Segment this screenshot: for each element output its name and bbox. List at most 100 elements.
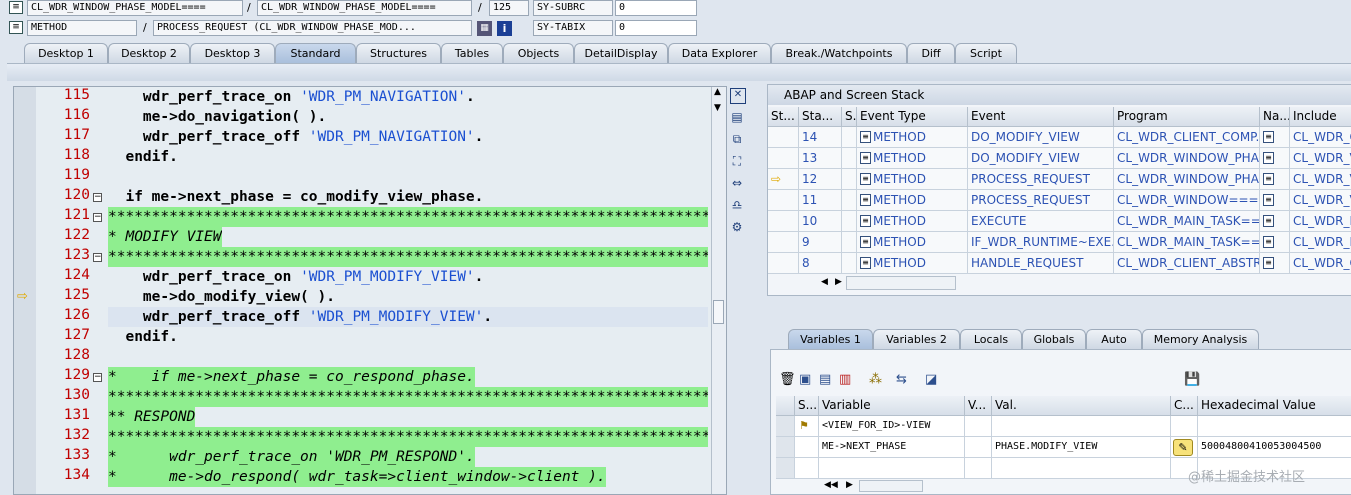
navigate-icon[interactable]: ≡: [1263, 173, 1274, 185]
stack-cell-event[interactable]: PROCESS_REQUEST: [968, 169, 1114, 190]
stack-column-header[interactable]: Program: [1114, 107, 1260, 127]
edit-value-icon[interactable]: ✎: [1173, 439, 1193, 456]
var-cell-variable[interactable]: [819, 458, 965, 479]
navigate-icon[interactable]: ≡: [1263, 257, 1274, 269]
sysfield-value-2[interactable]: 0: [615, 20, 697, 36]
stack-cell-type[interactable]: METHOD: [857, 232, 968, 253]
navigate-icon[interactable]: ≡: [1263, 194, 1274, 206]
stack-cell-event[interactable]: DO_MODIFY_VIEW: [968, 148, 1114, 169]
tab-globals[interactable]: Globals: [1022, 329, 1086, 349]
stack-cell-include[interactable]: CL_WDR_M: [1290, 232, 1351, 253]
stack-cell[interactable]: [768, 253, 799, 274]
event-field[interactable]: PROCESS_REQUEST (CL_WDR_WINDOW_PHASE_MOD…: [153, 20, 472, 36]
settings-icon[interactable]: ⚙: [730, 220, 744, 234]
vars-column-header[interactable]: Hexadecimal Value: [1198, 396, 1351, 416]
sysfield-name-1[interactable]: SY-SUBRC: [533, 0, 613, 16]
tab-objects[interactable]: Objects: [503, 43, 574, 63]
structure-icon[interactable]: ⁂: [869, 372, 882, 387]
var-cell[interactable]: [965, 458, 992, 479]
stack-cell[interactable]: [768, 148, 799, 169]
stack-cell-level[interactable]: 11: [799, 190, 842, 211]
tab-breakpoints[interactable]: Break./Watchpoints: [771, 43, 907, 63]
stack-cell-include[interactable]: CL_WDR_M: [1290, 211, 1351, 232]
tab-variables-2[interactable]: Variables 2: [873, 329, 960, 349]
tab-auto[interactable]: Auto: [1086, 329, 1142, 349]
sysfield-name-2[interactable]: SY-TABIX: [533, 20, 613, 36]
stack-cell[interactable]: [842, 211, 857, 232]
stack-cell-program[interactable]: CL_WDR_WINDOW_PHA...: [1114, 148, 1260, 169]
scroll-thumb[interactable]: [713, 300, 724, 324]
stack-cell[interactable]: [768, 190, 799, 211]
var-cell-value[interactable]: [992, 416, 1171, 437]
tab-tables[interactable]: Tables: [441, 43, 503, 63]
vars-column-header[interactable]: Val.: [992, 396, 1171, 416]
stack-cell-type[interactable]: METHOD: [857, 253, 968, 274]
vars-column-header[interactable]: V...: [965, 396, 992, 416]
info-icon[interactable]: i: [497, 21, 512, 36]
stack-column-header[interactable]: St...: [768, 107, 799, 127]
fold-toggle-icon[interactable]: −: [93, 193, 102, 202]
stack-cell-program[interactable]: CL_WDR_CLIENT_COMP...: [1114, 127, 1260, 148]
stack-cell[interactable]: [842, 253, 857, 274]
var-cell[interactable]: [776, 458, 795, 479]
stack-cell-program[interactable]: CL_WDR_CLIENT_ABSTR...: [1114, 253, 1260, 274]
line-field[interactable]: 125: [489, 0, 529, 16]
scroll-down-icon[interactable]: ▼: [714, 103, 721, 113]
swap-tool-icon[interactable]: ⧉: [730, 132, 744, 146]
tab-script[interactable]: Script: [955, 43, 1017, 63]
var-cell[interactable]: [795, 458, 819, 479]
var-cell-variable[interactable]: ME->NEXT_PHASE: [819, 437, 965, 458]
stack-cell-event[interactable]: IF_WDR_RUNTIME~EXE...: [968, 232, 1114, 253]
stack-cell[interactable]: [768, 232, 799, 253]
scroll-first-icon[interactable]: ◀◀: [824, 480, 838, 490]
stack-cell[interactable]: [842, 190, 857, 211]
var-cell[interactable]: [965, 437, 992, 458]
stack-cell[interactable]: [842, 169, 857, 190]
tab-locals[interactable]: Locals: [960, 329, 1022, 349]
stack-cell-level[interactable]: 14: [799, 127, 842, 148]
vars-column-header[interactable]: Variable: [819, 396, 965, 416]
var-cell[interactable]: [1171, 416, 1198, 437]
stack-cell-type[interactable]: METHOD: [857, 211, 968, 232]
var-cell[interactable]: [776, 416, 795, 437]
vars-column-header[interactable]: C...: [1171, 396, 1198, 416]
tab-desktop-2[interactable]: Desktop 2: [108, 43, 190, 63]
stack-column-header[interactable]: S...: [842, 107, 857, 127]
var-cell-value[interactable]: [992, 458, 1171, 479]
fold-toggle-icon[interactable]: −: [93, 373, 102, 382]
fold-toggle-icon[interactable]: −: [93, 253, 102, 262]
stack-cell-type[interactable]: METHOD: [857, 148, 968, 169]
tab-variables-1[interactable]: Variables 1: [788, 329, 873, 349]
stack-cell-level[interactable]: 9: [799, 232, 842, 253]
stack-cell[interactable]: [842, 232, 857, 253]
delete-icon[interactable]: 🗑: [779, 372, 796, 387]
stack-cell-include[interactable]: CL_WDR_V: [1290, 148, 1351, 169]
stack-column-header[interactable]: Include: [1290, 107, 1351, 127]
scroll-next-icon[interactable]: ▶: [846, 480, 853, 490]
display-object-icon[interactable]: ▦: [477, 21, 492, 36]
vars-horizontal-scrollbar[interactable]: ◀◀ ▶: [824, 480, 923, 492]
editor-vertical-scrollbar[interactable]: ▲ ▼: [711, 87, 726, 494]
var-cell-hex[interactable]: [1198, 416, 1351, 437]
export-icon[interactable]: ▤: [819, 372, 831, 387]
var-cell[interactable]: [795, 437, 819, 458]
tab-memory-analysis[interactable]: Memory Analysis: [1142, 329, 1259, 349]
stack-horizontal-scrollbar[interactable]: ◀ ▶: [821, 276, 956, 290]
class-field[interactable]: CL_WDR_WINDOW_PHASE_MODEL====: [27, 0, 243, 16]
navigate-icon[interactable]: ≡: [1263, 152, 1274, 164]
stack-cell-include[interactable]: CL_WDR_V: [1290, 190, 1351, 211]
stack-cell-event[interactable]: HANDLE_REQUEST: [968, 253, 1114, 274]
stack-cell-level[interactable]: 10: [799, 211, 842, 232]
fold-toggle-icon[interactable]: −: [93, 213, 102, 222]
tab-structures[interactable]: Structures: [356, 43, 441, 63]
var-cell-value[interactable]: PHASE.MODIFY_VIEW: [992, 437, 1171, 458]
stack-cell-level[interactable]: 12: [799, 169, 842, 190]
navigate-icon[interactable]: ≡: [1263, 215, 1274, 227]
tab-diff[interactable]: Diff: [907, 43, 955, 63]
stack-cell-program[interactable]: CL_WDR_MAIN_TASK==...: [1114, 211, 1260, 232]
stack-cell-event[interactable]: DO_MODIFY_VIEW: [968, 127, 1114, 148]
source-editor[interactable]: ⇨ 115 wdr_perf_trace_on 'WDR_PM_NAVIGATI…: [13, 86, 727, 495]
stack-cell-include[interactable]: CL_WDR_C: [1290, 253, 1351, 274]
var-cell[interactable]: [965, 416, 992, 437]
stack-cell[interactable]: [842, 127, 857, 148]
